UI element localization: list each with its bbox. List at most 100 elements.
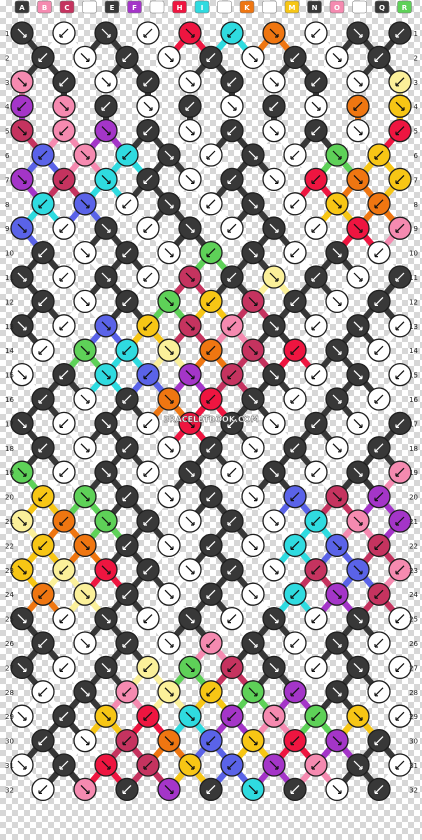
knot [346, 70, 370, 94]
string-letter: B [42, 4, 47, 12]
knot [388, 655, 412, 680]
knot [52, 21, 76, 45]
knot [136, 314, 160, 338]
knot [94, 509, 118, 533]
knot [157, 240, 181, 265]
row-label: 26 [5, 640, 14, 648]
string-letter: M [289, 4, 296, 12]
string-letter: F [132, 4, 137, 12]
knot [73, 777, 97, 802]
knot [346, 509, 370, 533]
knot [10, 265, 34, 289]
knot [304, 94, 328, 118]
knot [73, 45, 97, 70]
knot [31, 582, 55, 606]
knot [388, 411, 412, 436]
knot [52, 753, 76, 777]
knot [367, 387, 391, 411]
knot [73, 631, 97, 655]
knot [73, 728, 97, 753]
knot [31, 680, 55, 704]
knot [325, 484, 349, 509]
knot [199, 533, 223, 558]
knot [367, 533, 391, 558]
knot [94, 362, 118, 387]
knot [388, 558, 412, 582]
knot [52, 460, 76, 484]
knot [157, 533, 181, 558]
knot [388, 606, 412, 631]
knot [73, 338, 97, 362]
row-label: 1 [5, 30, 9, 38]
knot [31, 387, 55, 411]
knot [10, 655, 34, 680]
knot [52, 704, 76, 728]
knot [262, 167, 286, 192]
knot [367, 728, 391, 753]
knot [241, 631, 265, 655]
knot [178, 216, 202, 240]
knot [199, 631, 223, 655]
row-label: 13 [5, 323, 14, 331]
knot [199, 45, 223, 70]
knot [262, 70, 286, 94]
row-label: 6 [5, 152, 10, 160]
pattern-canvas: ABCDEFGHIJKLMNOPQR 1 12 23 34 45 56 67 78 89 910 1… [5, 0, 419, 802]
knot [304, 606, 328, 631]
row-label: 9 [414, 225, 418, 233]
string-letter: D [87, 4, 93, 12]
knot [283, 240, 307, 265]
knot [241, 192, 265, 216]
knot [115, 436, 139, 460]
knot [136, 118, 160, 143]
knot [157, 143, 181, 167]
knot [157, 338, 181, 362]
knot [346, 655, 370, 680]
knot [241, 289, 265, 314]
knot [157, 484, 181, 509]
knot [325, 777, 349, 802]
row-label: 16 [5, 396, 14, 404]
knot [325, 436, 349, 460]
knot [325, 143, 349, 167]
knot [241, 484, 265, 509]
knot [73, 387, 97, 411]
knot [304, 118, 328, 143]
knot [220, 265, 244, 289]
knot [199, 728, 223, 753]
knot [31, 338, 55, 362]
knot [10, 94, 34, 118]
row-label: 3 [414, 79, 418, 87]
knot [31, 631, 55, 655]
row-label: 10 [409, 250, 418, 258]
row-label: 12 [5, 298, 14, 306]
row-label: 2 [5, 54, 9, 62]
row-label: 24 [5, 591, 14, 599]
knot [241, 143, 265, 167]
knot [52, 655, 76, 680]
string-letter: L [267, 4, 272, 12]
row-label: 5 [414, 128, 418, 136]
row-label: 25 [5, 616, 14, 624]
knot [367, 143, 391, 167]
string-letter: J [222, 4, 226, 12]
knot [94, 118, 118, 143]
knot [346, 21, 370, 45]
row-label: 21 [409, 518, 418, 526]
knot [367, 582, 391, 606]
knot [262, 314, 286, 338]
knot [31, 143, 55, 167]
knot [220, 655, 244, 680]
row-label: 20 [5, 494, 14, 502]
row-label: 29 [409, 713, 418, 721]
row-label: 22 [5, 542, 14, 550]
knot [325, 631, 349, 655]
knot [241, 240, 265, 265]
row-label: 20 [409, 494, 418, 502]
string-letter: P [357, 4, 362, 12]
knot [346, 606, 370, 631]
knot [94, 216, 118, 240]
row-label: 26 [409, 640, 418, 648]
string-letter: C [64, 4, 69, 12]
string-letter: H [177, 4, 183, 12]
